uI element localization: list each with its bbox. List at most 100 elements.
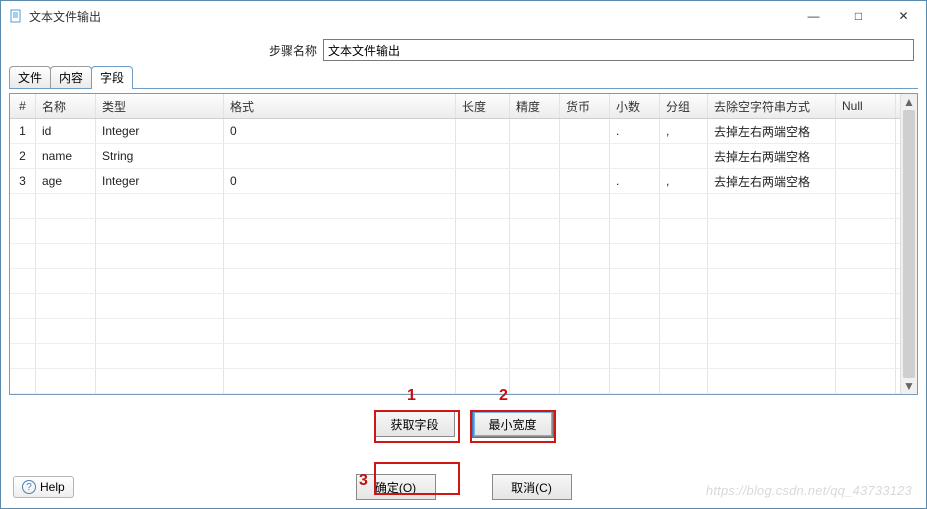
cell-null[interactable] bbox=[836, 369, 896, 393]
cell-curr[interactable] bbox=[560, 244, 610, 268]
cell-curr[interactable] bbox=[560, 194, 610, 218]
cell-grp[interactable] bbox=[660, 269, 708, 293]
cell-type[interactable] bbox=[96, 369, 224, 393]
cell-len[interactable] bbox=[456, 144, 510, 168]
table-row[interactable] bbox=[10, 244, 900, 269]
cell-null[interactable] bbox=[836, 169, 896, 193]
table-row[interactable] bbox=[10, 269, 900, 294]
cell-dec[interactable]: . bbox=[610, 119, 660, 143]
scroll-down-icon[interactable]: ▼ bbox=[901, 378, 917, 394]
cell-fmt[interactable]: 0 bbox=[224, 169, 456, 193]
table-row[interactable]: 1idInteger0.,去掉左右两端空格 bbox=[10, 119, 900, 144]
cell-fmt[interactable] bbox=[224, 244, 456, 268]
cell-len[interactable] bbox=[456, 269, 510, 293]
cell-prec[interactable] bbox=[510, 319, 560, 343]
cell-idx[interactable] bbox=[10, 294, 36, 318]
cell-grp[interactable] bbox=[660, 144, 708, 168]
table-row[interactable] bbox=[10, 369, 900, 394]
tab-fields[interactable]: 字段 bbox=[91, 66, 133, 89]
cell-grp[interactable] bbox=[660, 294, 708, 318]
minimize-button[interactable]: — bbox=[791, 1, 836, 31]
cell-name[interactable] bbox=[36, 369, 96, 393]
col-header-decimal[interactable]: 小数 bbox=[610, 94, 660, 118]
cell-trim[interactable] bbox=[708, 294, 836, 318]
cell-null[interactable] bbox=[836, 244, 896, 268]
min-width-button[interactable]: 最小宽度 bbox=[473, 411, 553, 437]
cell-trim[interactable]: 去掉左右两端空格 bbox=[708, 119, 836, 143]
col-header-name[interactable]: 名称 bbox=[36, 94, 96, 118]
cell-idx[interactable] bbox=[10, 269, 36, 293]
cell-idx[interactable]: 3 bbox=[10, 169, 36, 193]
cell-len[interactable] bbox=[456, 194, 510, 218]
cell-null[interactable] bbox=[836, 119, 896, 143]
cell-name[interactable] bbox=[36, 219, 96, 243]
cell-name[interactable] bbox=[36, 344, 96, 368]
cell-type[interactable]: Integer bbox=[96, 119, 224, 143]
cell-len[interactable] bbox=[456, 219, 510, 243]
cell-prec[interactable] bbox=[510, 119, 560, 143]
cell-idx[interactable] bbox=[10, 319, 36, 343]
col-header-group[interactable]: 分组 bbox=[660, 94, 708, 118]
cell-type[interactable] bbox=[96, 319, 224, 343]
cell-len[interactable] bbox=[456, 119, 510, 143]
cell-trim[interactable]: 去掉左右两端空格 bbox=[708, 169, 836, 193]
cell-prec[interactable] bbox=[510, 244, 560, 268]
cell-type[interactable]: String bbox=[96, 144, 224, 168]
cell-prec[interactable] bbox=[510, 344, 560, 368]
cell-fmt[interactable] bbox=[224, 269, 456, 293]
cell-len[interactable] bbox=[456, 244, 510, 268]
cell-null[interactable] bbox=[836, 319, 896, 343]
cell-idx[interactable] bbox=[10, 369, 36, 393]
cell-len[interactable] bbox=[456, 369, 510, 393]
cell-grp[interactable] bbox=[660, 244, 708, 268]
col-header-precision[interactable]: 精度 bbox=[510, 94, 560, 118]
cell-name[interactable] bbox=[36, 319, 96, 343]
col-header-length[interactable]: 长度 bbox=[456, 94, 510, 118]
scroll-thumb[interactable] bbox=[903, 110, 915, 378]
cell-curr[interactable] bbox=[560, 269, 610, 293]
cell-trim[interactable]: 去掉左右两端空格 bbox=[708, 144, 836, 168]
cell-dec[interactable] bbox=[610, 269, 660, 293]
cell-dec[interactable] bbox=[610, 144, 660, 168]
cell-type[interactable]: Integer bbox=[96, 169, 224, 193]
cell-trim[interactable] bbox=[708, 269, 836, 293]
grid-body[interactable]: 1idInteger0.,去掉左右两端空格2nameString去掉左右两端空格… bbox=[10, 119, 900, 394]
cell-prec[interactable] bbox=[510, 144, 560, 168]
cell-prec[interactable] bbox=[510, 294, 560, 318]
cell-null[interactable] bbox=[836, 344, 896, 368]
cell-idx[interactable] bbox=[10, 244, 36, 268]
cell-name[interactable]: age bbox=[36, 169, 96, 193]
cell-prec[interactable] bbox=[510, 219, 560, 243]
cell-dec[interactable] bbox=[610, 194, 660, 218]
table-row[interactable] bbox=[10, 344, 900, 369]
cell-fmt[interactable] bbox=[224, 369, 456, 393]
fields-grid[interactable]: # 名称 类型 格式 长度 精度 货币 小数 分组 去除空字符串方式 Null … bbox=[10, 94, 900, 394]
cell-prec[interactable] bbox=[510, 169, 560, 193]
cell-curr[interactable] bbox=[560, 369, 610, 393]
cell-curr[interactable] bbox=[560, 169, 610, 193]
cell-trim[interactable] bbox=[708, 344, 836, 368]
scroll-up-icon[interactable]: ▲ bbox=[901, 94, 917, 110]
cell-null[interactable] bbox=[836, 269, 896, 293]
cancel-button[interactable]: 取消(C) bbox=[492, 474, 572, 500]
cell-trim[interactable] bbox=[708, 194, 836, 218]
table-row[interactable] bbox=[10, 219, 900, 244]
cell-grp[interactable] bbox=[660, 219, 708, 243]
cell-fmt[interactable] bbox=[224, 194, 456, 218]
help-button[interactable]: ? Help bbox=[13, 476, 74, 498]
cell-name[interactable] bbox=[36, 194, 96, 218]
cell-name[interactable] bbox=[36, 294, 96, 318]
cell-trim[interactable] bbox=[708, 369, 836, 393]
cell-prec[interactable] bbox=[510, 269, 560, 293]
cell-curr[interactable] bbox=[560, 319, 610, 343]
cell-grp[interactable]: , bbox=[660, 119, 708, 143]
cell-prec[interactable] bbox=[510, 369, 560, 393]
cell-trim[interactable] bbox=[708, 319, 836, 343]
col-header-format[interactable]: 格式 bbox=[224, 94, 456, 118]
col-header-currency[interactable]: 货币 bbox=[560, 94, 610, 118]
cell-len[interactable] bbox=[456, 169, 510, 193]
col-header-type[interactable]: 类型 bbox=[96, 94, 224, 118]
cell-name[interactable]: name bbox=[36, 144, 96, 168]
cell-trim[interactable] bbox=[708, 219, 836, 243]
cell-prec[interactable] bbox=[510, 194, 560, 218]
